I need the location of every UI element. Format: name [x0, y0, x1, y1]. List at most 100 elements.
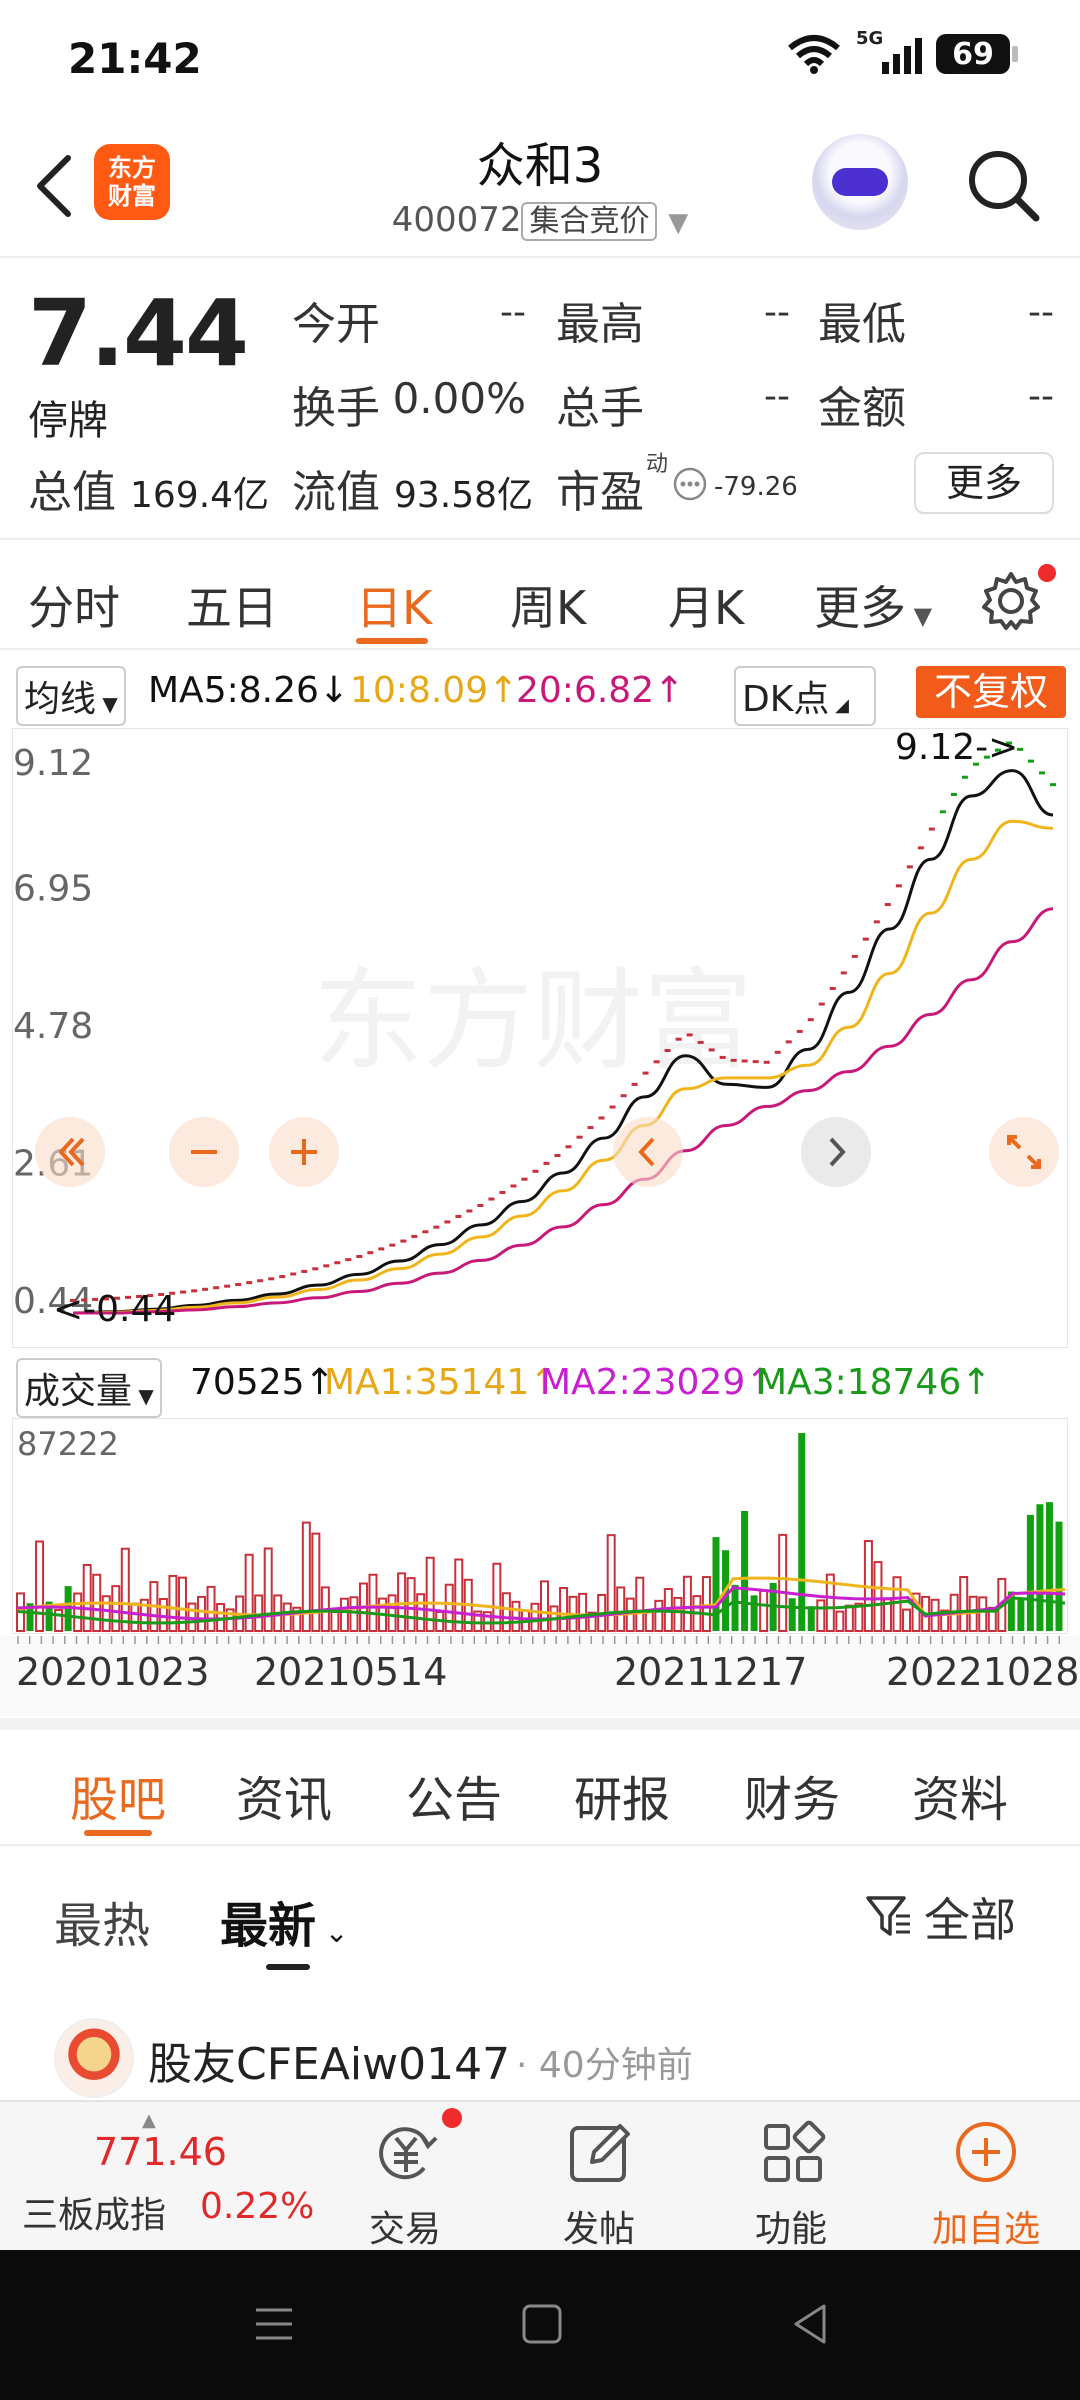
more-quote-button[interactable]: 更多: [914, 452, 1054, 514]
sort-latest[interactable]: 最新 ⌄: [220, 1886, 348, 1956]
price-mark: [466, 1209, 473, 1213]
price-mark: [873, 920, 880, 924]
caret-up-icon: ▲: [142, 2110, 156, 2131]
tab-intraday[interactable]: 分时: [28, 572, 120, 638]
search-icon[interactable]: [964, 146, 1044, 226]
rewind-button[interactable]: [35, 1117, 105, 1187]
date-label-2: 20210514: [254, 1650, 448, 1694]
index-change: 0.22%: [200, 2186, 315, 2227]
gear-icon[interactable]: [980, 570, 1042, 632]
sort-latest-label: 最新: [220, 1898, 317, 1954]
menu-icon[interactable]: [250, 2300, 298, 2348]
price-mark: [675, 1037, 682, 1041]
ma5-value: MA5:8.26↓: [148, 670, 350, 711]
sort-indicator: [266, 1964, 310, 1970]
y-axis-label: 6.95: [13, 869, 93, 910]
volume-bar: [654, 1599, 664, 1633]
price-mark: [818, 1002, 825, 1006]
trade-button[interactable]: 交易: [330, 2102, 480, 2252]
volume-selector-label: 成交量: [24, 1371, 133, 1412]
quote-panel: 7.44 停牌 今开 -- 最高 -- 最低 -- 换手 0.00% 总手 --…: [0, 260, 1080, 540]
post-button[interactable]: 发帖: [524, 2102, 674, 2252]
minus-icon: [191, 1150, 217, 1154]
battery-icon: 69: [936, 34, 1018, 74]
trade-label: 交易: [368, 2209, 441, 2250]
price-mark: [202, 1287, 209, 1291]
tab-finance[interactable]: 财务: [744, 1760, 840, 1830]
tab-guba[interactable]: 股吧: [70, 1760, 166, 1830]
adjust-mode-button[interactable]: 不复权: [916, 666, 1066, 718]
volume-bar: [559, 1587, 569, 1632]
zoom-in-button[interactable]: [269, 1117, 339, 1187]
price-mark: [741, 1059, 748, 1063]
price-mark: [543, 1161, 550, 1165]
volume-bar: [816, 1599, 826, 1633]
status-bar: 21:42 5G 69: [0, 0, 1080, 120]
price-mark: [763, 1060, 770, 1064]
avatar[interactable]: [54, 2018, 134, 2098]
volume-selector[interactable]: 成交量 ▼: [16, 1358, 162, 1418]
sort-hot[interactable]: 最热: [54, 1886, 150, 1956]
dk-point-selector[interactable]: DK点 ◢: [734, 666, 876, 726]
volume-bar: [349, 1596, 359, 1633]
zoom-out-button[interactable]: [169, 1117, 239, 1187]
price-mark: [279, 1275, 286, 1279]
info-dots-icon[interactable]: [672, 466, 708, 502]
indicator-selector[interactable]: 均线 ▼: [16, 666, 126, 726]
stock-header: 东方 财富 众和3 400072 集合竞价 ▼: [0, 120, 1080, 258]
price-mark: [532, 1169, 539, 1173]
turnover-value: 0.00%: [392, 374, 526, 423]
assistant-robot-icon[interactable]: [812, 134, 908, 230]
open-value: --: [500, 292, 526, 333]
tab-five-day[interactable]: 五日: [186, 572, 278, 638]
tab-more[interactable]: 更多 ▼: [814, 572, 932, 638]
scroll-right-button[interactable]: [801, 1117, 871, 1187]
price-mark: [422, 1230, 429, 1234]
price-mark: [708, 1048, 715, 1052]
volume-bar: [635, 1576, 645, 1633]
price-mark: [312, 1267, 319, 1271]
back-nav-icon[interactable]: [786, 2300, 834, 2348]
volume-bar: [254, 1594, 264, 1633]
add-watchlist-button[interactable]: 加自选: [906, 2102, 1066, 2252]
function-label: 功能: [754, 2209, 827, 2250]
tab-monthly-k[interactable]: 月K: [668, 572, 744, 638]
kline-svg: 东方财富 9.126.954.782.610.44 9.12-> <-0.44: [13, 727, 1056, 1330]
volume-bar: [120, 1547, 130, 1632]
chevron-down-icon: ⌄: [316, 1916, 349, 1949]
volume-chart[interactable]: 87222: [12, 1418, 1068, 1634]
home-icon[interactable]: [518, 2300, 566, 2348]
amount-value: --: [1028, 376, 1054, 417]
tab-profile[interactable]: 资料: [912, 1760, 1008, 1830]
volume-bar: [263, 1547, 273, 1632]
tab-weekly-k[interactable]: 周K: [510, 572, 586, 638]
fullscreen-button[interactable]: [989, 1117, 1059, 1187]
ma20-value: 20:6.82↑: [516, 670, 685, 711]
tab-announcements[interactable]: 公告: [406, 1760, 502, 1830]
yuan-exchange-icon: [379, 2127, 438, 2180]
kline-chart[interactable]: 东方财富 9.126.954.782.610.44 9.12-> <-0.44: [12, 727, 1068, 1348]
tab-news[interactable]: 资讯: [236, 1760, 332, 1830]
volume-bar: [873, 1561, 883, 1632]
tab-daily-k[interactable]: 日K: [356, 572, 432, 638]
filter-button[interactable]: 全部: [864, 1884, 1016, 1950]
sort-row: 最热 最新 ⌄ 全部: [0, 1850, 1080, 1980]
price-mark: [334, 1261, 341, 1265]
price-mark: [785, 1040, 792, 1044]
high-value: --: [764, 292, 790, 333]
volume-bar: [311, 1532, 321, 1632]
volume-bar: [282, 1602, 292, 1632]
post-username[interactable]: 股友CFEAiw0147: [148, 2028, 510, 2092]
volume-bar: [682, 1575, 692, 1632]
scroll-left-button[interactable]: [613, 1117, 683, 1187]
tab-research[interactable]: 研报: [574, 1760, 670, 1830]
stock-subtitle[interactable]: 400072 集合竞价 ▼: [0, 196, 1080, 241]
index-ticker[interactable]: ▲ 771.46 三板成指 0.22%: [0, 2102, 314, 2252]
price-mark: [664, 1048, 671, 1052]
post-item[interactable]: 股友CFEAiw0147 · 40分钟前: [0, 2010, 1080, 2100]
price-mark: [807, 1018, 814, 1022]
volume-bar: [130, 1602, 140, 1633]
function-button[interactable]: 功能: [716, 2102, 866, 2252]
price-mark: [510, 1184, 517, 1188]
filter-icon: [866, 1896, 910, 1936]
